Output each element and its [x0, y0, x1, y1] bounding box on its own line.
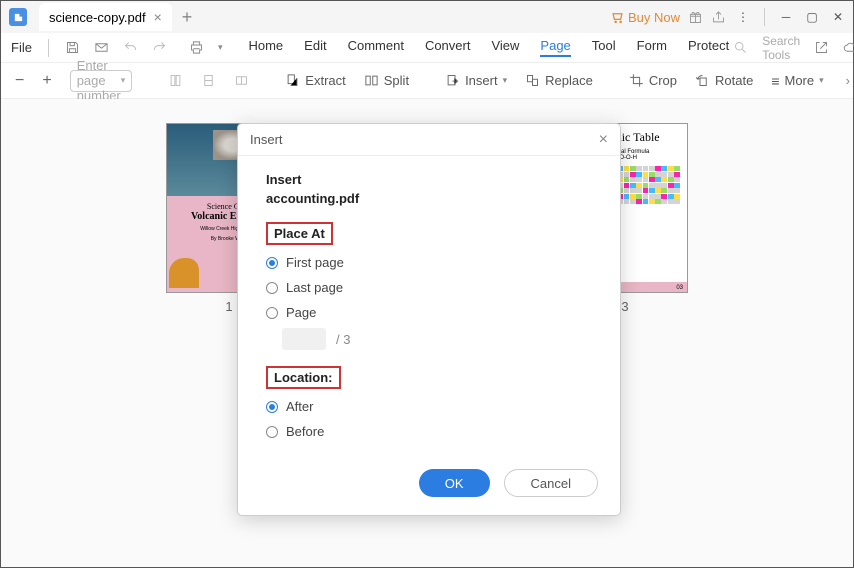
more-button[interactable]: ≡More▾	[771, 73, 823, 89]
page-layout-icon-1[interactable]	[168, 73, 183, 88]
file-menu[interactable]: File	[11, 40, 32, 55]
page-number-input[interactable]: Enter page number ▾	[70, 70, 133, 92]
new-tab-button[interactable]: +	[182, 7, 193, 28]
page-toolbar: − + Enter page number ▾ Extract Split In…	[1, 63, 853, 99]
gift-icon[interactable]	[688, 10, 703, 25]
radio-before[interactable]: Before	[266, 424, 592, 439]
tab-comment[interactable]: Comment	[348, 38, 404, 57]
tab-view[interactable]: View	[491, 38, 519, 57]
split-button[interactable]: Split	[364, 73, 409, 88]
titlebar: science-copy.pdf × + Buy Now ⋮ ─ ▢ ✕	[1, 1, 853, 33]
radio-first-page[interactable]: First page	[266, 255, 592, 270]
print-icon[interactable]	[189, 40, 204, 55]
place-at-label: Place At	[266, 222, 333, 245]
close-icon[interactable]: ×	[154, 9, 162, 25]
tab-page[interactable]: Page	[540, 38, 570, 57]
page-total-label: / 3	[336, 332, 350, 347]
insert-button[interactable]: Insert▾	[445, 73, 507, 88]
maximize-button[interactable]: ▢	[803, 8, 821, 26]
tab-title: science-copy.pdf	[49, 10, 146, 25]
kebab-menu-icon[interactable]: ⋮	[734, 8, 752, 26]
rotate-button[interactable]: Rotate	[695, 73, 753, 88]
close-icon[interactable]: ×	[599, 131, 608, 149]
document-tab[interactable]: science-copy.pdf ×	[39, 3, 172, 31]
tab-tool[interactable]: Tool	[592, 38, 616, 57]
chevron-right-icon[interactable]: ›	[846, 73, 850, 88]
tab-form[interactable]: Form	[637, 38, 667, 57]
page-layout-icon-2[interactable]	[201, 73, 216, 88]
page-number-label: 1	[225, 299, 232, 314]
mail-icon[interactable]	[94, 40, 109, 55]
menu-tabs: Home Edit Comment Convert View Page Tool…	[248, 38, 729, 57]
menubar: File ▾ Home Edit Comment Convert View Pa…	[1, 33, 853, 63]
page-number-label: 3	[621, 299, 628, 314]
insert-filename: accounting.pdf	[266, 191, 592, 206]
undo-icon[interactable]	[123, 40, 138, 55]
radio-page[interactable]: Page	[266, 305, 592, 320]
replace-button[interactable]: Replace	[525, 73, 593, 88]
dialog-header: Insert ×	[238, 124, 620, 156]
chevron-down-icon: ▾	[121, 75, 126, 86]
app-icon	[9, 8, 27, 26]
chevron-down-icon[interactable]: ▾	[218, 42, 223, 53]
zoom-out-button[interactable]: −	[15, 72, 24, 90]
save-icon[interactable]	[65, 40, 80, 55]
tab-home[interactable]: Home	[248, 38, 283, 57]
insert-section-label: Insert	[266, 172, 592, 187]
open-external-icon[interactable]	[814, 40, 829, 55]
radio-last-page[interactable]: Last page	[266, 280, 592, 295]
zoom-in-button[interactable]: +	[42, 72, 51, 90]
extract-button[interactable]: Extract	[285, 73, 345, 88]
tab-convert[interactable]: Convert	[425, 38, 471, 57]
buy-now-link[interactable]: Buy Now	[610, 10, 680, 25]
close-window-button[interactable]: ✕	[829, 8, 847, 26]
crop-button[interactable]: Crop	[629, 73, 677, 88]
search-icon[interactable]	[733, 40, 748, 55]
page-number-field[interactable]	[282, 328, 326, 350]
tab-edit[interactable]: Edit	[304, 38, 326, 57]
minimize-button[interactable]: ─	[777, 8, 795, 26]
insert-dialog: Insert × Insert accounting.pdf Place At …	[237, 123, 621, 516]
cloud-icon[interactable]	[843, 40, 854, 55]
radio-after[interactable]: After	[266, 399, 592, 414]
cancel-button[interactable]: Cancel	[504, 469, 598, 497]
redo-icon[interactable]	[152, 40, 167, 55]
tab-protect[interactable]: Protect	[688, 38, 729, 57]
page-layout-icon-3[interactable]	[234, 73, 249, 88]
share-icon[interactable]	[711, 10, 726, 25]
location-label: Location:	[266, 366, 341, 389]
dialog-title: Insert	[250, 132, 283, 147]
search-tools-placeholder[interactable]: Search Tools	[762, 34, 800, 62]
ok-button[interactable]: OK	[419, 469, 490, 497]
